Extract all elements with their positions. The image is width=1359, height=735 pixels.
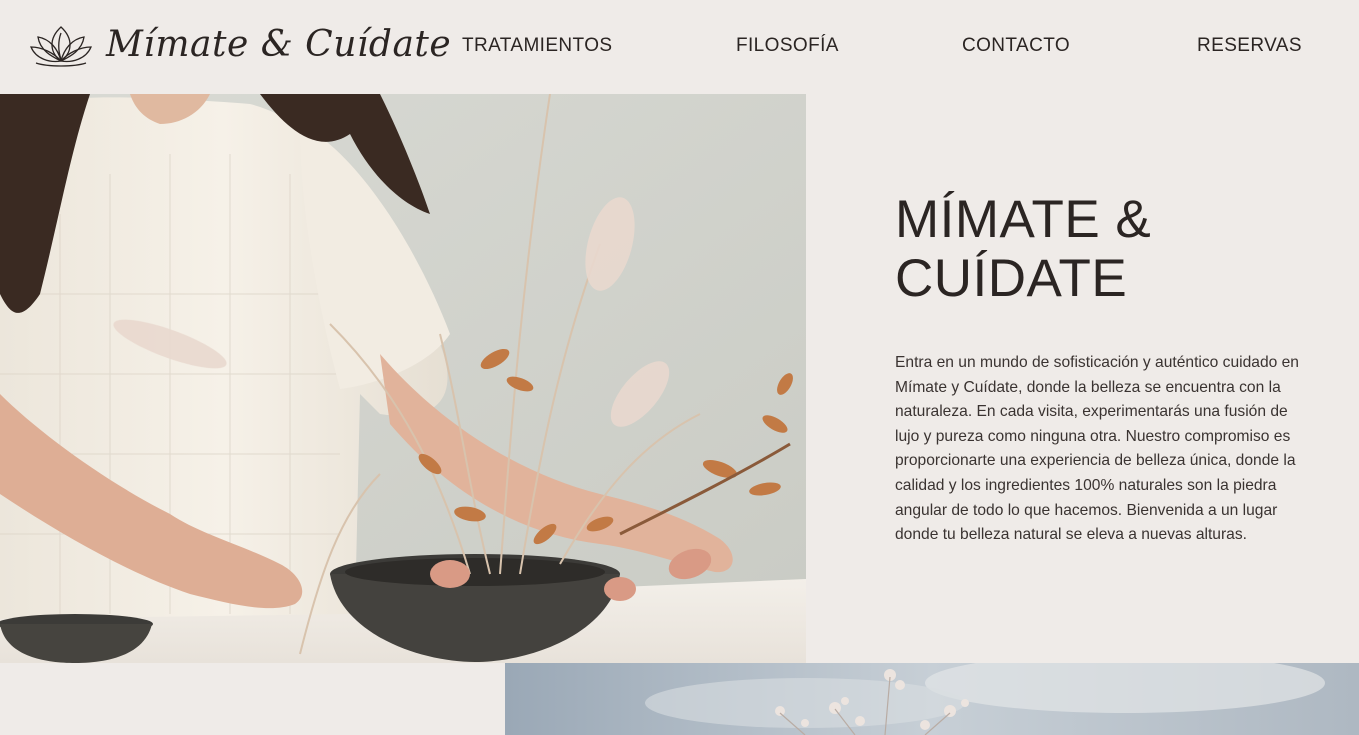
secondary-photo: [505, 663, 1359, 735]
brand-name: Mímate & Cuídate: [106, 24, 452, 65]
brand-logo[interactable]: Mímate & Cuídate: [28, 14, 451, 76]
photo-woman-arranging-dried-flowers-icon: [0, 94, 806, 663]
photo-dried-flowers-sky-icon: [505, 663, 1359, 735]
hero-photo: [0, 94, 806, 663]
nav-contacto[interactable]: CONTACTO: [962, 35, 1070, 57]
page: Mímate & Cuídate TRATAMIENTOS FILOSOFÍA …: [0, 0, 1359, 735]
site-header: Mímate & Cuídate TRATAMIENTOS FILOSOFÍA …: [0, 0, 1359, 94]
lotus-icon: [30, 26, 92, 67]
hero-title: MÍMATE & CUÍDATE: [895, 190, 1152, 308]
nav-tratamientos[interactable]: TRATAMIENTOS: [462, 35, 612, 57]
nav-filosofia[interactable]: FILOSOFÍA: [736, 35, 839, 57]
hero-description: Entra en un mundo de sofisticación y aut…: [895, 354, 1299, 544]
nav-reservas[interactable]: RESERVAS: [1197, 35, 1302, 57]
